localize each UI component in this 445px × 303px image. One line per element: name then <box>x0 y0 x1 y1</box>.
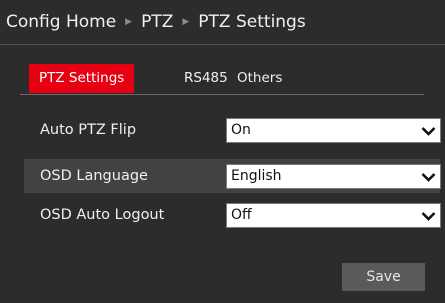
setting-row-osd-auto-logout: OSD Auto Logout Off <box>24 198 441 232</box>
breadcrumb-config-home[interactable]: Config Home <box>6 12 116 32</box>
setting-label: OSD Auto Logout <box>40 207 165 223</box>
triangle-right-icon: ▶ <box>125 17 133 27</box>
chevron-down-icon[interactable] <box>418 205 439 226</box>
tab-bar: PTZ Settings RS485 Others <box>20 63 424 95</box>
select-value: On <box>231 122 251 138</box>
osd-auto-logout-select[interactable]: Off <box>226 203 441 228</box>
setting-row-auto-ptz-flip: Auto PTZ Flip On <box>24 113 441 147</box>
save-button[interactable]: Save <box>342 263 425 291</box>
breadcrumb: Config Home ▶ PTZ ▶ PTZ Settings <box>0 0 445 45</box>
tab-rs485[interactable]: RS485 <box>184 64 228 93</box>
tab-ptz-settings[interactable]: PTZ Settings <box>29 64 135 93</box>
breadcrumb-ptz[interactable]: PTZ <box>141 12 173 32</box>
auto-ptz-flip-select[interactable]: On <box>226 118 441 143</box>
setting-row-osd-language: OSD Language English <box>24 159 441 193</box>
breadcrumb-ptz-settings: PTZ Settings <box>198 12 306 32</box>
osd-language-select[interactable]: English <box>226 164 441 189</box>
chevron-down-icon[interactable] <box>418 166 439 187</box>
setting-label: Auto PTZ Flip <box>40 122 137 138</box>
select-value: English <box>231 168 282 184</box>
triangle-right-icon: ▶ <box>182 17 190 27</box>
tab-others[interactable]: Others <box>237 64 282 93</box>
select-value: Off <box>231 207 252 223</box>
chevron-down-icon[interactable] <box>418 120 439 141</box>
setting-label: OSD Language <box>40 168 148 184</box>
